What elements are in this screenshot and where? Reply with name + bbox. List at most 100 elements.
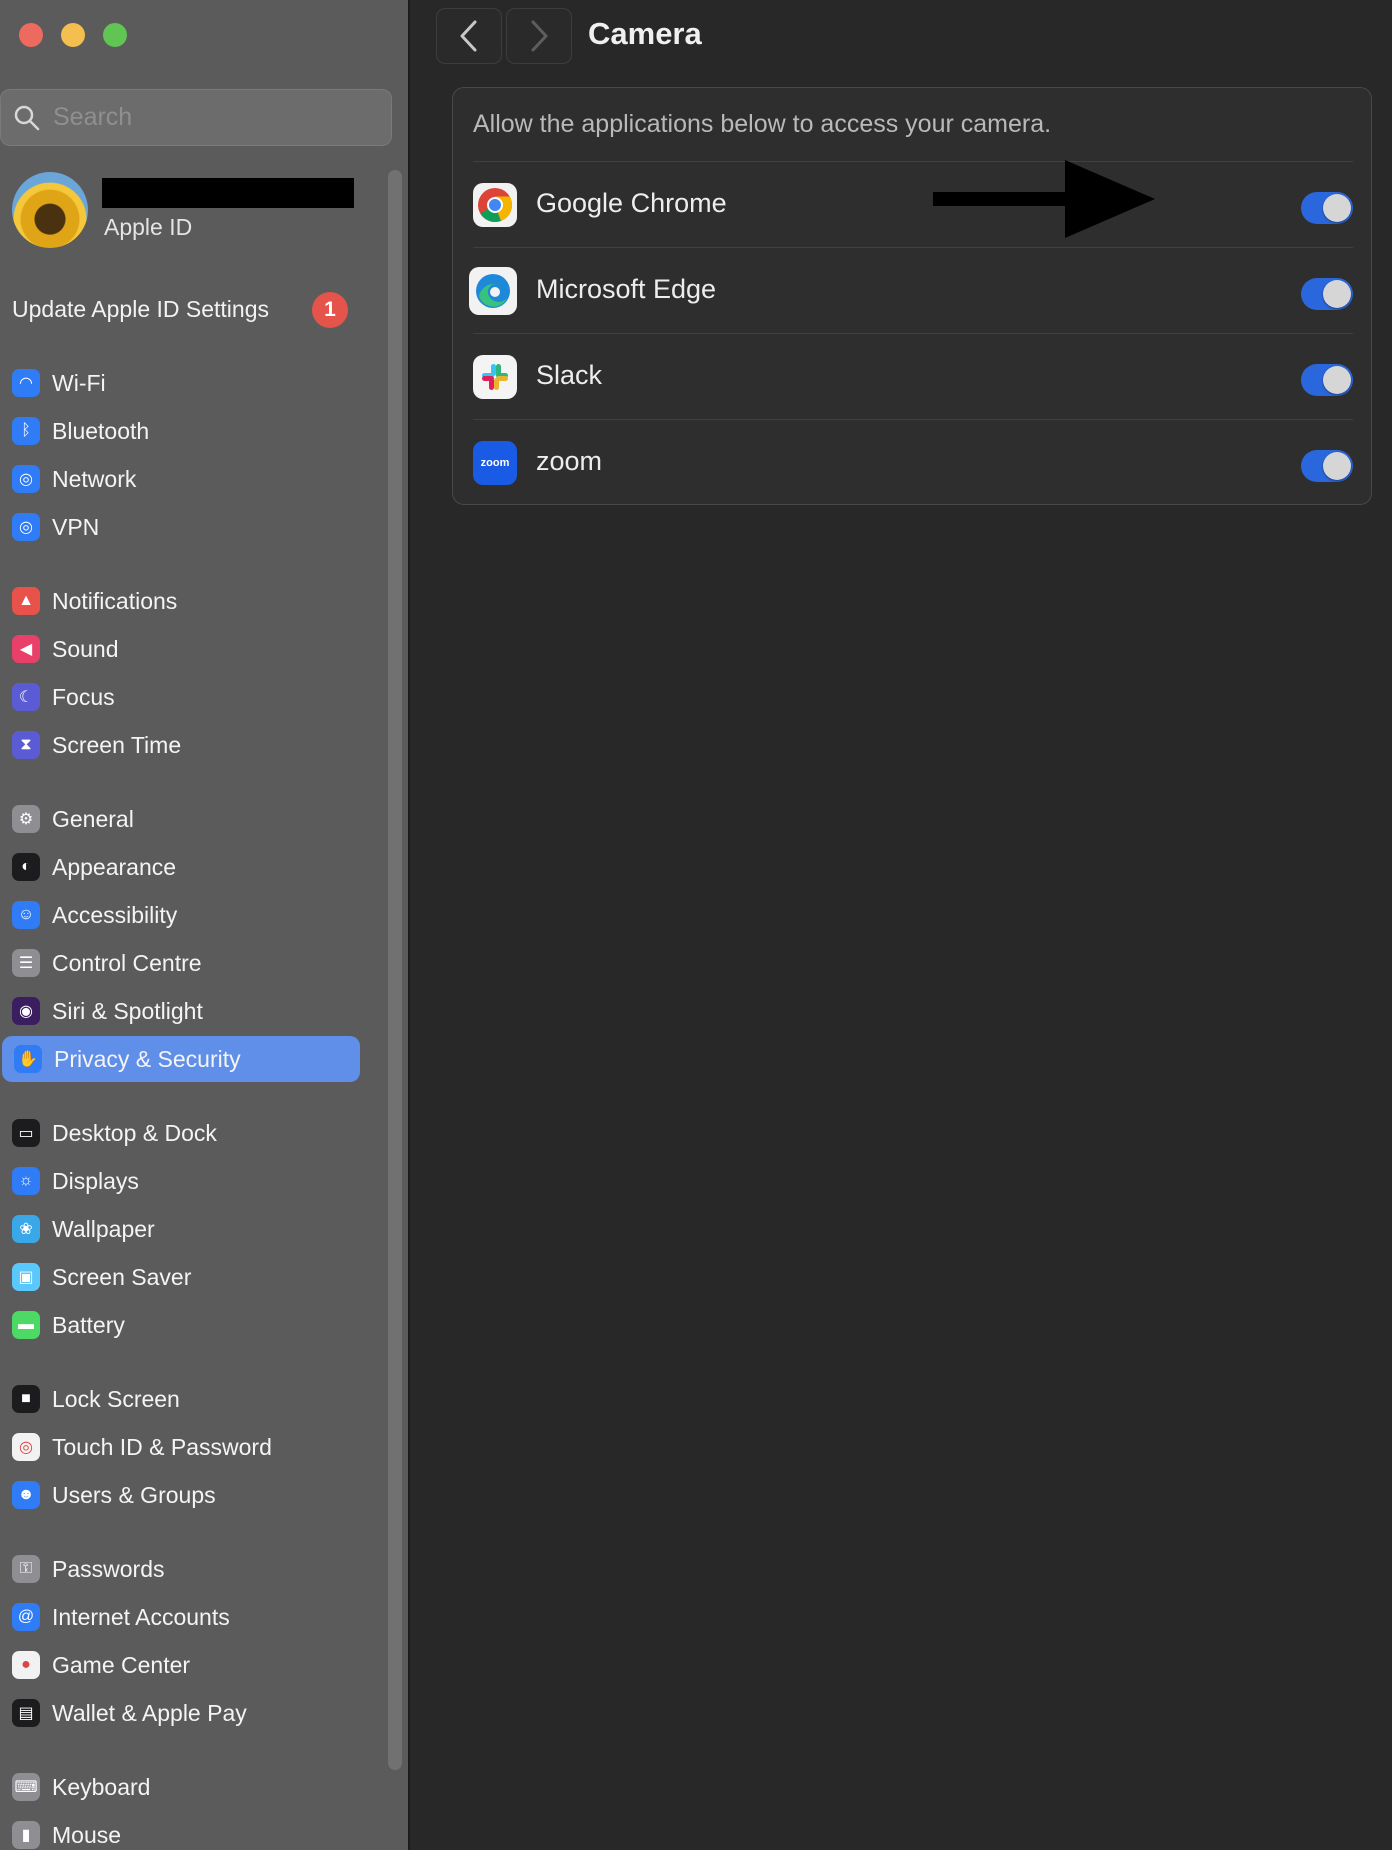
sidebar-item-label: Touch ID & Password (52, 1433, 272, 1460)
hand-icon: ✋ (14, 1045, 42, 1073)
dock-icon: ▭ (12, 1119, 40, 1147)
annotation-arrow-icon (933, 160, 1155, 238)
sidebar-item-label: Sound (52, 635, 119, 662)
sidebar-item-label: Accessibility (52, 901, 178, 928)
zoom-icon: zoom (473, 441, 517, 485)
sidebar-item-label: Wallet & Apple Pay (52, 1699, 247, 1726)
game-center-icon: ● (12, 1651, 40, 1679)
sidebar-item-screen-saver[interactable]: ▣ Screen Saver (0, 1254, 360, 1300)
back-button[interactable] (436, 8, 502, 64)
wallpaper-icon: ❀ (12, 1215, 40, 1243)
sidebar-item-label: Internet Accounts (52, 1603, 230, 1630)
sidebar-item-label: Wi-Fi (52, 369, 106, 396)
page-title: Camera (588, 16, 702, 51)
app-row-google-chrome: Google Chrome (473, 161, 1353, 247)
apple-id-profile[interactable]: Apple ID (12, 172, 372, 248)
app-name: Google Chrome (536, 188, 727, 218)
edge-icon (469, 267, 517, 315)
sidebar-item-label: Appearance (52, 853, 177, 880)
camera-toggle-microsoft-edge[interactable] (1301, 278, 1353, 310)
sidebar-item-network[interactable]: ◎ Network (0, 456, 360, 502)
apple-id-label: Apple ID (104, 214, 193, 240)
sidebar-item-mouse[interactable]: ▮ Mouse (0, 1812, 360, 1850)
app-row-slack: Slack (473, 333, 1353, 419)
update-label: Update Apple ID Settings (12, 295, 269, 322)
sidebar-item-wi-fi[interactable]: ◠ Wi-Fi (0, 360, 360, 406)
sidebar-item-label: Battery (52, 1311, 125, 1338)
sidebar-item-focus[interactable]: ☾ Focus (0, 674, 360, 720)
sidebar-item-label: Screen Time (52, 731, 182, 758)
sidebar-item-screen-time[interactable]: ⧗ Screen Time (0, 722, 360, 768)
screen-saver-icon: ▣ (12, 1263, 40, 1291)
camera-toggle-slack[interactable] (1301, 364, 1353, 396)
sidebar-item-privacy-security[interactable]: ✋ Privacy & Security (2, 1036, 360, 1082)
settings-window: Apple ID Update Apple ID Settings 1 ◠ Wi-… (0, 0, 1392, 1850)
sidebar-item-notifications[interactable]: ▲ Notifications (0, 578, 360, 624)
search-box[interactable] (0, 89, 392, 146)
wallet-icon: ▤ (12, 1699, 40, 1727)
update-apple-id-settings[interactable]: Update Apple ID Settings 1 (12, 292, 352, 328)
sidebar-item-appearance[interactable]: ◐ Appearance (0, 844, 360, 890)
notification-badge: 1 (312, 292, 348, 328)
sidebar-item-passwords[interactable]: ⚿ Passwords (0, 1546, 360, 1592)
forward-button[interactable] (506, 8, 572, 64)
sidebar-item-label: Mouse (52, 1821, 122, 1848)
sidebar-item-internet-accounts[interactable]: @ Internet Accounts (0, 1594, 360, 1640)
app-name: Microsoft Edge (536, 274, 717, 304)
keyboard-icon: ⌨ (12, 1773, 40, 1801)
sidebar-item-label: Game Center (52, 1651, 191, 1678)
app-row-microsoft-edge: Microsoft Edge (469, 247, 1353, 333)
sidebar-item-accessibility[interactable]: ☺ Accessibility (0, 892, 360, 938)
accessibility-icon: ☺ (12, 901, 40, 929)
control-centre-icon: ☰ (12, 949, 40, 977)
sidebar-item-displays[interactable]: ☼ Displays (0, 1158, 360, 1204)
slack-icon (473, 355, 517, 399)
users-icon: ☻ (12, 1481, 40, 1509)
minimize-window-button[interactable] (61, 23, 85, 47)
redacted-name (102, 178, 354, 208)
mouse-icon: ▮ (12, 1821, 40, 1849)
gear-icon: ⚙ (12, 805, 40, 833)
fingerprint-icon: ◎ (12, 1433, 40, 1461)
sidebar-item-siri-spotlight[interactable]: ◉ Siri & Spotlight (0, 988, 360, 1034)
maximize-window-button[interactable] (103, 23, 127, 47)
sidebar-item-label: VPN (52, 513, 100, 540)
sidebar-item-label: Wallpaper (52, 1215, 155, 1242)
sidebar-item-label: Bluetooth (52, 417, 150, 444)
search-icon (14, 105, 40, 130)
chevron-left-icon (460, 20, 477, 52)
search-input[interactable] (53, 103, 373, 132)
app-name: zoom (536, 446, 603, 476)
key-icon: ⚿ (12, 1555, 40, 1583)
sidebar-item-vpn[interactable]: ◎ VPN (0, 504, 360, 550)
app-name: Slack (536, 360, 603, 390)
sidebar-item-control-centre[interactable]: ☰ Control Centre (0, 940, 360, 986)
vpn-globe-icon: ◎ (12, 513, 40, 541)
sidebar-item-wallpaper[interactable]: ❀ Wallpaper (0, 1206, 360, 1252)
hourglass-icon: ⧗ (12, 731, 40, 759)
sidebar-item-battery[interactable]: ▬ Battery (0, 1302, 360, 1348)
sidebar-item-general[interactable]: ⚙ General (0, 796, 360, 842)
camera-toggle-google-chrome[interactable] (1301, 192, 1353, 224)
main-pane: Camera Allow the applications below to a… (411, 0, 1392, 1850)
panel-description: Allow the applications below to access y… (473, 110, 1052, 138)
window-controls (19, 23, 127, 47)
sidebar-item-sound[interactable]: ◀ Sound (0, 626, 360, 672)
sidebar-item-bluetooth[interactable]: ᛒ Bluetooth (0, 408, 360, 454)
sidebar-item-lock-screen[interactable]: ■ Lock Screen (0, 1376, 360, 1422)
sidebar-item-keyboard[interactable]: ⌨ Keyboard (0, 1764, 360, 1810)
close-window-button[interactable] (19, 23, 43, 47)
sidebar-scrollbar[interactable] (388, 170, 402, 1770)
sidebar-item-game-center[interactable]: ● Game Center (0, 1642, 360, 1688)
sidebar-item-users-groups[interactable]: ☻ Users & Groups (0, 1472, 360, 1518)
moon-icon: ☾ (12, 683, 40, 711)
sidebar-item-label: Screen Saver (52, 1263, 192, 1290)
camera-toggle-zoom[interactable] (1301, 450, 1353, 482)
sidebar-item-touch-id-password[interactable]: ◎ Touch ID & Password (0, 1424, 360, 1470)
sidebar-item-label: Passwords (52, 1555, 165, 1582)
bell-icon: ▲ (12, 587, 40, 615)
at-icon: @ (12, 1603, 40, 1631)
sidebar-item-wallet-apple-pay[interactable]: ▤ Wallet & Apple Pay (0, 1690, 360, 1736)
sidebar-item-label: Control Centre (52, 949, 202, 976)
sidebar-item-desktop-dock[interactable]: ▭ Desktop & Dock (0, 1110, 360, 1156)
